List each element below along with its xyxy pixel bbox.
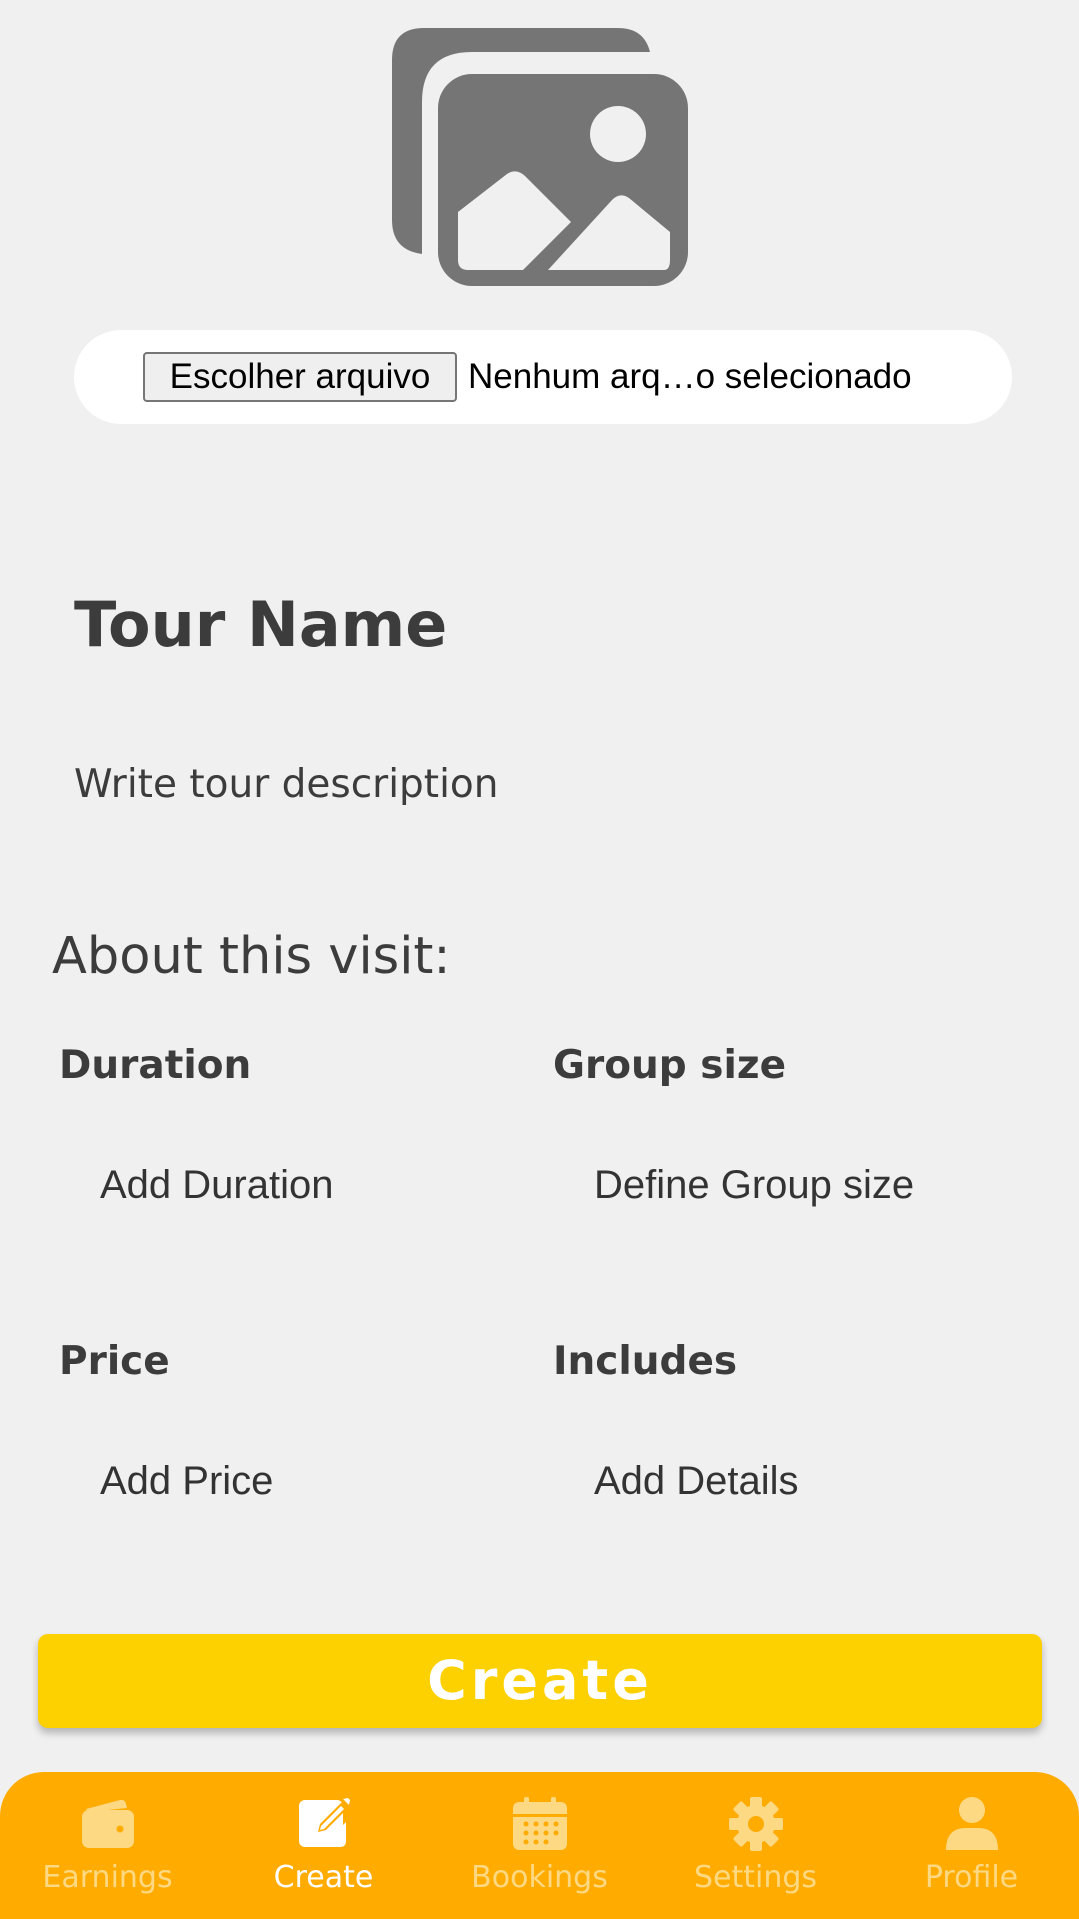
price-label: Price (59, 1339, 170, 1384)
includes-input[interactable] (594, 1446, 974, 1516)
nav-item-settings[interactable]: Settings (648, 1772, 863, 1919)
group-size-input[interactable] (594, 1150, 1034, 1220)
nav-item-earnings[interactable]: Earnings (0, 1772, 215, 1919)
create-button[interactable]: Create (38, 1634, 1042, 1728)
nav-label-earnings: Earnings (42, 1860, 173, 1895)
calendar-icon (513, 1797, 567, 1850)
nav-label-bookings: Bookings (471, 1860, 608, 1895)
file-status-text: Nenhum arq…o selecionado (468, 357, 912, 396)
duration-label: Duration (59, 1043, 252, 1088)
price-input[interactable] (100, 1446, 480, 1516)
about-section-title: About this visit: (52, 927, 451, 986)
nav-label-create: Create (273, 1860, 374, 1895)
tour-description-field[interactable]: Write tour description (74, 760, 499, 810)
wallet-icon (82, 1799, 134, 1848)
nav-label-settings: Settings (693, 1860, 818, 1895)
choose-file-button[interactable]: Escolher arquivo (143, 352, 457, 402)
tour-name-field[interactable]: Tour Name (74, 585, 447, 665)
user-icon (946, 1797, 998, 1850)
nav-item-profile[interactable]: Profile (864, 1772, 1079, 1919)
nav-item-bookings[interactable]: Bookings (432, 1772, 647, 1919)
bottom-nav: Earnings Create Bookings Settings Profil… (0, 1772, 1079, 1919)
nav-item-create[interactable]: Create (216, 1772, 431, 1919)
nav-label-profile: Profile (924, 1860, 1019, 1895)
group-size-label: Group size (553, 1043, 787, 1088)
gear-icon (729, 1797, 783, 1851)
images-icon (392, 28, 688, 286)
duration-input[interactable] (100, 1150, 480, 1220)
includes-label: Includes (553, 1339, 738, 1384)
file-upload-field: Escolher arquivo Nenhum arq…o selecionad… (74, 330, 1012, 424)
edit-icon (299, 1798, 350, 1847)
